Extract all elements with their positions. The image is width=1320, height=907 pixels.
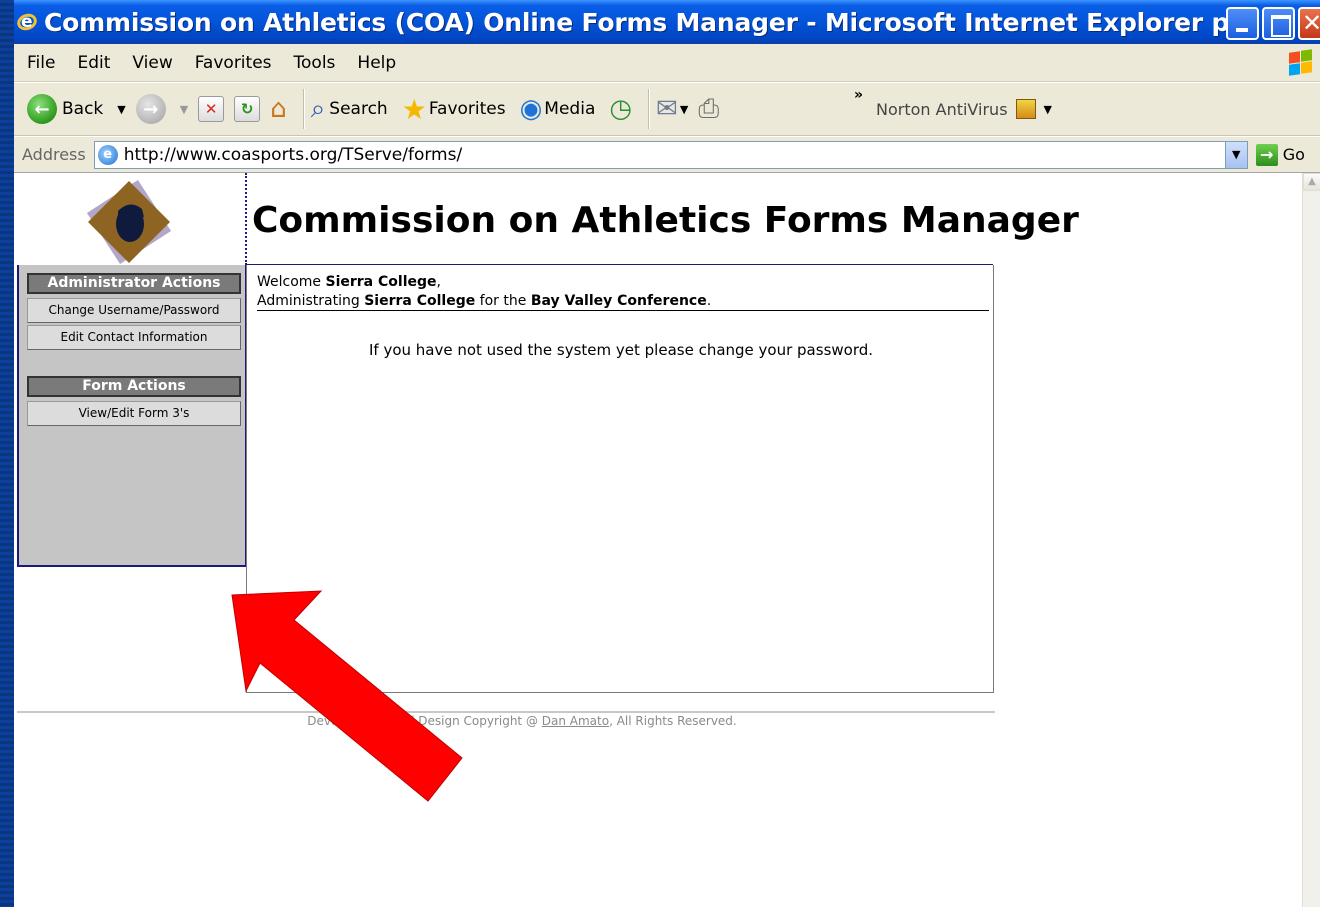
- print-icon[interactable]: ⎙: [698, 94, 719, 125]
- address-bar: Address e http://www.coasports.org/TServ…: [14, 136, 1320, 172]
- page-viewport: Commission on Athletics Forms Manager Ad…: [14, 172, 1320, 907]
- address-dropdown-icon[interactable]: ▼: [1224, 141, 1247, 168]
- admin-suffix: .: [706, 293, 712, 309]
- back-arrow-icon: ←: [27, 94, 57, 124]
- refresh-icon[interactable]: ↻: [234, 96, 261, 122]
- star-icon: ★: [401, 92, 427, 126]
- menu-edit[interactable]: Edit: [66, 53, 121, 73]
- welcome-user: Sierra College: [325, 274, 437, 290]
- welcome-rule: [257, 310, 989, 311]
- scroll-up-icon[interactable]: ▲: [1303, 173, 1320, 191]
- back-dropdown-icon[interactable]: ▼: [117, 103, 125, 116]
- maximize-button[interactable]: [1262, 7, 1295, 40]
- minimize-button[interactable]: [1226, 7, 1259, 40]
- admin-college: Sierra College: [364, 293, 476, 309]
- header-divider: [245, 173, 247, 265]
- toolbar-separator-2: [648, 89, 651, 129]
- change-password-link[interactable]: Change Username/Password: [27, 298, 241, 323]
- search-label: Search: [329, 99, 388, 119]
- back-button[interactable]: ← Back: [14, 94, 103, 124]
- stop-icon[interactable]: ✕: [198, 96, 225, 122]
- welcome-message: Welcome Sierra College, Administrating S…: [257, 273, 711, 311]
- mail-dropdown-icon[interactable]: ▼: [680, 103, 688, 116]
- windows-flag-icon: [1288, 49, 1314, 76]
- close-button[interactable]: [1298, 7, 1320, 40]
- footer: Development and Design Copyright @ Dan A…: [17, 714, 1027, 728]
- go-button[interactable]: → Go: [1255, 143, 1305, 166]
- media-globe-icon: ◉: [519, 94, 543, 124]
- address-url[interactable]: http://www.coasports.org/TServe/forms/: [124, 145, 462, 165]
- favorites-button[interactable]: ★ Favorites: [402, 93, 506, 126]
- toolbar: ← Back ▼ → ▼ ✕ ↻ ⌂ ⌕ Search ★ Favorites …: [14, 82, 1320, 136]
- media-label: Media: [544, 99, 596, 119]
- menu-help[interactable]: Help: [346, 53, 407, 73]
- menu-file[interactable]: File: [14, 53, 66, 73]
- history-icon[interactable]: ◷: [609, 94, 632, 124]
- welcome-suffix: ,: [436, 274, 441, 290]
- page-icon: e: [97, 144, 118, 165]
- annotation-arrow: [231, 590, 463, 802]
- favorites-label: Favorites: [428, 99, 506, 119]
- password-notice: If you have not used the system yet plea…: [368, 341, 874, 359]
- back-label: Back: [62, 99, 104, 119]
- admin-prefix: Administrating: [257, 293, 365, 309]
- window-title: Commission on Athletics (COA) Online For…: [44, 7, 1239, 37]
- view-edit-forms-link[interactable]: View/Edit Form 3's: [27, 401, 241, 426]
- ie-icon: e: [14, 11, 40, 33]
- norton-label: Norton AntiVirus: [876, 99, 1008, 119]
- admin-mid: for the: [475, 293, 531, 309]
- mail-icon[interactable]: ✉: [656, 94, 678, 124]
- desktop-frame: [0, 0, 14, 907]
- admin-conference: Bay Valley Conference: [530, 293, 707, 309]
- norton-toolbar[interactable]: Norton AntiVirus ▼: [876, 83, 1052, 135]
- forward-button[interactable]: →: [135, 94, 166, 124]
- welcome-prefix: Welcome: [257, 274, 326, 290]
- media-button[interactable]: ◉ Media: [520, 94, 596, 124]
- toolbar-separator: [302, 89, 305, 129]
- title-bar[interactable]: e Commission on Athletics (COA) Online F…: [14, 0, 1320, 44]
- browser-window: e Commission on Athletics (COA) Online F…: [14, 0, 1320, 907]
- menu-favorites[interactable]: Favorites: [184, 53, 283, 73]
- vertical-scrollbar[interactable]: ▲: [1302, 173, 1320, 907]
- go-arrow-icon: →: [1255, 143, 1278, 166]
- go-label: Go: [1282, 145, 1305, 164]
- norton-icon: [1015, 99, 1036, 119]
- home-icon[interactable]: ⌂: [270, 94, 287, 124]
- norton-dropdown-icon[interactable]: ▼: [1044, 103, 1052, 116]
- page-title: Commission on Athletics Forms Manager: [252, 200, 1079, 241]
- forward-dropdown-icon[interactable]: ▼: [180, 103, 188, 116]
- toolbar-overflow-chevron[interactable]: »: [854, 87, 863, 103]
- menu-view[interactable]: View: [121, 53, 183, 73]
- menu-bar: File Edit View Favorites Tools Help: [14, 44, 1320, 82]
- edit-contact-link[interactable]: Edit Contact Information: [27, 325, 241, 350]
- search-button[interactable]: ⌕ Search: [311, 94, 388, 125]
- menu-tools[interactable]: Tools: [283, 53, 347, 73]
- address-field[interactable]: e http://www.coasports.org/TServe/forms/…: [93, 140, 1248, 169]
- admin-actions-header: Administrator Actions: [27, 273, 241, 294]
- address-label: Address: [22, 145, 86, 164]
- form-actions-header: Form Actions: [27, 376, 241, 397]
- sidebar: Administrator Actions Change Username/Pa…: [17, 265, 247, 567]
- coa-logo: [86, 179, 172, 265]
- footer-suffix: , All Rights Reserved.: [609, 714, 737, 728]
- author-link[interactable]: Dan Amato: [542, 714, 609, 728]
- search-icon: ⌕: [310, 93, 326, 124]
